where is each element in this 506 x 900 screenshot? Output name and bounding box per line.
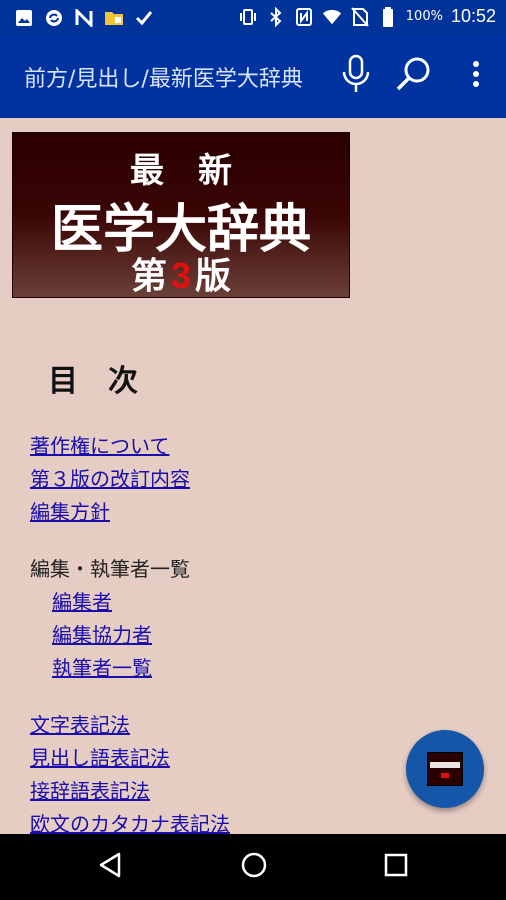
image-icon <box>14 8 34 28</box>
status-bar: 100% 10:52 <box>0 0 506 36</box>
more-options-button[interactable] <box>454 54 498 98</box>
more-vert-icon <box>472 61 480 91</box>
cover-edition-number: 3 <box>170 255 192 296</box>
app-bar: 前方/見出し/最新医学大辞典 <box>0 36 506 118</box>
toc-link-affix-notation[interactable]: 接辞語表記法 <box>30 775 230 808</box>
sync-icon <box>44 8 64 28</box>
toc-link-editors[interactable]: 編集者 <box>30 586 230 619</box>
cover-edition-post: 版 <box>195 255 232 297</box>
toc-spacer <box>30 529 230 553</box>
battery-icon <box>378 6 398 27</box>
toc-list: 著作権について 第３版の改訂内容 編集方針 編集・執筆者一覧 編集者 編集協力者… <box>30 430 230 834</box>
folder-icon <box>104 8 124 28</box>
status-time: 10:52 <box>450 6 496 26</box>
n-icon <box>74 8 94 28</box>
book-thumbnail-icon <box>427 752 463 786</box>
thumbnail-title-mark <box>430 762 460 768</box>
nav-home-button[interactable] <box>234 848 274 886</box>
toc-group-label: 編集・執筆者一覧 <box>30 557 190 581</box>
cover-edition-pre: 第 <box>130 255 167 297</box>
battery-percent: 100% <box>405 9 443 24</box>
toc-heading: 目次 <box>48 364 168 399</box>
voice-search-button[interactable] <box>334 54 378 98</box>
bluetooth-icon <box>266 6 286 27</box>
toc-link-copyright[interactable]: 著作権について <box>30 430 230 463</box>
mic-icon <box>341 54 371 98</box>
wifi-icon <box>322 7 342 27</box>
nav-recents-button[interactable] <box>376 848 416 886</box>
no-sim-icon <box>350 6 370 27</box>
cover-line1: 最新 <box>130 151 266 191</box>
nfc-icon <box>294 7 314 27</box>
app-switch-fab[interactable] <box>406 730 484 808</box>
toc-link-editorial-policy[interactable]: 編集方針 <box>30 496 230 529</box>
recents-icon <box>384 853 408 881</box>
content-area[interactable]: 最新 医学大辞典 第3版 目次 著作権について 第３版の改訂内容 編集方針 編集… <box>0 118 506 834</box>
nav-back-button[interactable] <box>90 848 130 886</box>
check-flag-icon <box>134 8 154 28</box>
toc-link-contributing-editors[interactable]: 編集協力者 <box>30 619 230 652</box>
status-system-icons: 100% 10:52 <box>238 6 496 27</box>
toc-link-character-notation[interactable]: 文字表記法 <box>30 709 230 742</box>
toc-link-headword-notation[interactable]: 見出し語表記法 <box>30 742 230 775</box>
home-icon <box>240 851 268 883</box>
toc-spacer <box>30 685 230 709</box>
book-cover: 最新 医学大辞典 第3版 <box>12 132 350 298</box>
search-button[interactable] <box>392 54 436 98</box>
search-icon <box>395 55 433 97</box>
toc-link-authors[interactable]: 執筆者一覧 <box>30 652 230 685</box>
thumbnail-red-mark <box>441 773 449 778</box>
back-icon <box>97 851 123 883</box>
vibrate-icon <box>238 7 258 27</box>
cover-edition: 第3版 <box>13 247 349 299</box>
toc-link-katakana-notation[interactable]: 欧文のカタカナ表記法 <box>30 808 230 834</box>
status-notification-icons <box>14 8 154 28</box>
app-bar-title[interactable]: 前方/見出し/最新医学大辞典 <box>24 61 338 93</box>
system-nav-bar <box>0 834 506 900</box>
toc-link-revision[interactable]: 第３版の改訂内容 <box>30 463 230 496</box>
